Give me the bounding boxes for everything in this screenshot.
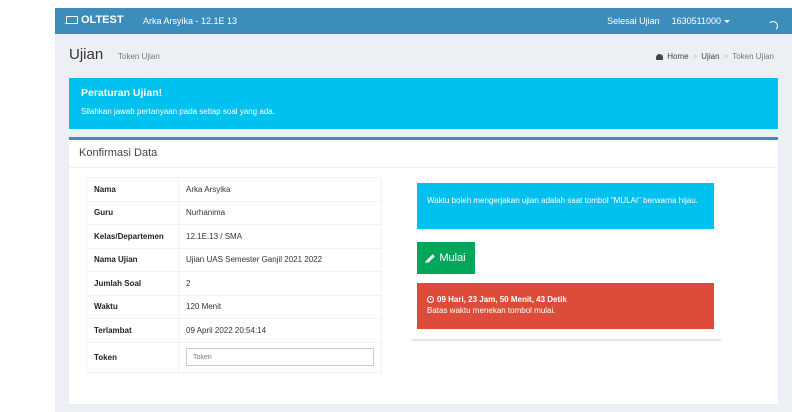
navbar-user-info: Arka Arsyika - 12.1E 13 [143,16,238,26]
row-label: Terlambat [86,318,179,343]
spinner-icon [768,21,778,31]
page-subtitle: Token Ujian [118,52,160,61]
brand-name: OLTEST [81,14,124,26]
table-row: Jumlah Soal 2 [86,271,382,296]
breadcrumb-home[interactable]: Home [667,52,688,61]
table-row: Nama Arka Arsyika [86,177,382,202]
caret-down-icon [724,20,730,24]
start-info-alert: Waktu boleh mengerjakan ujian adalah saa… [417,183,714,229]
breadcrumb-separator: > [723,52,729,61]
row-label: Kelas/Departemen [86,224,179,249]
start-button-label: Mulai [439,252,466,264]
callout-text: Silahkan jawab pertanyaan pada setiap so… [81,107,275,116]
page-title: Ujian [69,46,104,63]
page-wrapper: OLTEST Arka Arsyika - 12.1E 13 Selesai U… [55,8,792,412]
brand-logo[interactable]: OLTEST [65,14,124,26]
table-row: Guru Nurhanima [86,200,382,225]
countdown-text: 09 Hari, 23 Jam, 50 Menit, 43 Detik [437,295,567,304]
finish-exam-link[interactable]: Selesai Ujian [607,16,660,26]
box-title: Konfirmasi Data [69,140,778,168]
user-id: 1630511000 [671,16,721,26]
table-row: Nama Ujian Ujian UAS Semester Ganjil 2021… [86,247,382,272]
row-label: Nama Ujian [86,247,179,272]
breadcrumb: Home > Ujian > Token Ujian [656,52,774,61]
token-cell [178,341,382,373]
row-label: Jumlah Soal [86,271,179,296]
breadcrumb-current: Token Ujian [732,52,774,61]
countdown-row: 09 Hari, 23 Jam, 50 Menit, 43 Detik [427,294,704,305]
clock-icon [427,296,434,303]
start-panel: Waktu boleh mengerjakan ujian adalah saa… [412,177,721,341]
confirmation-table: Nama Arka Arsyika Guru Nurhanima Kelas/Dep… [86,177,382,373]
row-label: Waktu [86,294,179,319]
table-row: Waktu 120 Menit [86,294,382,319]
row-label: Nama [86,177,179,202]
top-navbar: OLTEST Arka Arsyika - 12.1E 13 Selesai U… [55,8,792,34]
row-value: Nurhanima [178,200,382,225]
dashboard-icon [656,53,664,60]
confirmation-box: Konfirmasi Data Nama Arka Arsyika Guru Nur… [69,137,778,404]
token-label: Token [86,341,179,373]
rules-callout: Peraturan Ujian! Silahkan jawab pertanya… [69,78,778,129]
table-row: Token [86,341,382,373]
navbar-right-menu: Selesai Ujian 1630511000 [607,16,778,31]
table-row: Kelas/Departemen 12.1E.13 / SMA [86,224,382,249]
user-dropdown[interactable]: 1630511000 [672,16,730,26]
row-value: 120 Menit [178,294,382,319]
table-row: Terlambat 09 April 2022 20:54:14 [86,318,382,343]
token-input[interactable] [186,348,374,366]
row-value: 09 April 2022 20:54:14 [178,318,382,343]
row-value: 2 [178,271,382,296]
row-value: Ujian UAS Semester Ganjil 2021 2022 [178,247,382,272]
start-button[interactable]: Mulai [417,242,475,274]
row-label: Guru [86,200,179,225]
row-value: Arka Arsyika [178,177,382,202]
breadcrumb-ujian[interactable]: Ujian [701,52,719,61]
row-value: 12.1E.13 / SMA [178,224,382,249]
deadline-note: Batas waktu menekan tombol mulai. [427,306,556,315]
breadcrumb-separator: > [692,52,698,61]
laptop-icon [65,16,78,24]
pencil-icon [426,253,436,263]
callout-title: Peraturan Ujian! [81,87,163,99]
countdown-alert: 09 Hari, 23 Jam, 50 Menit, 43 Detik Bata… [417,283,714,329]
